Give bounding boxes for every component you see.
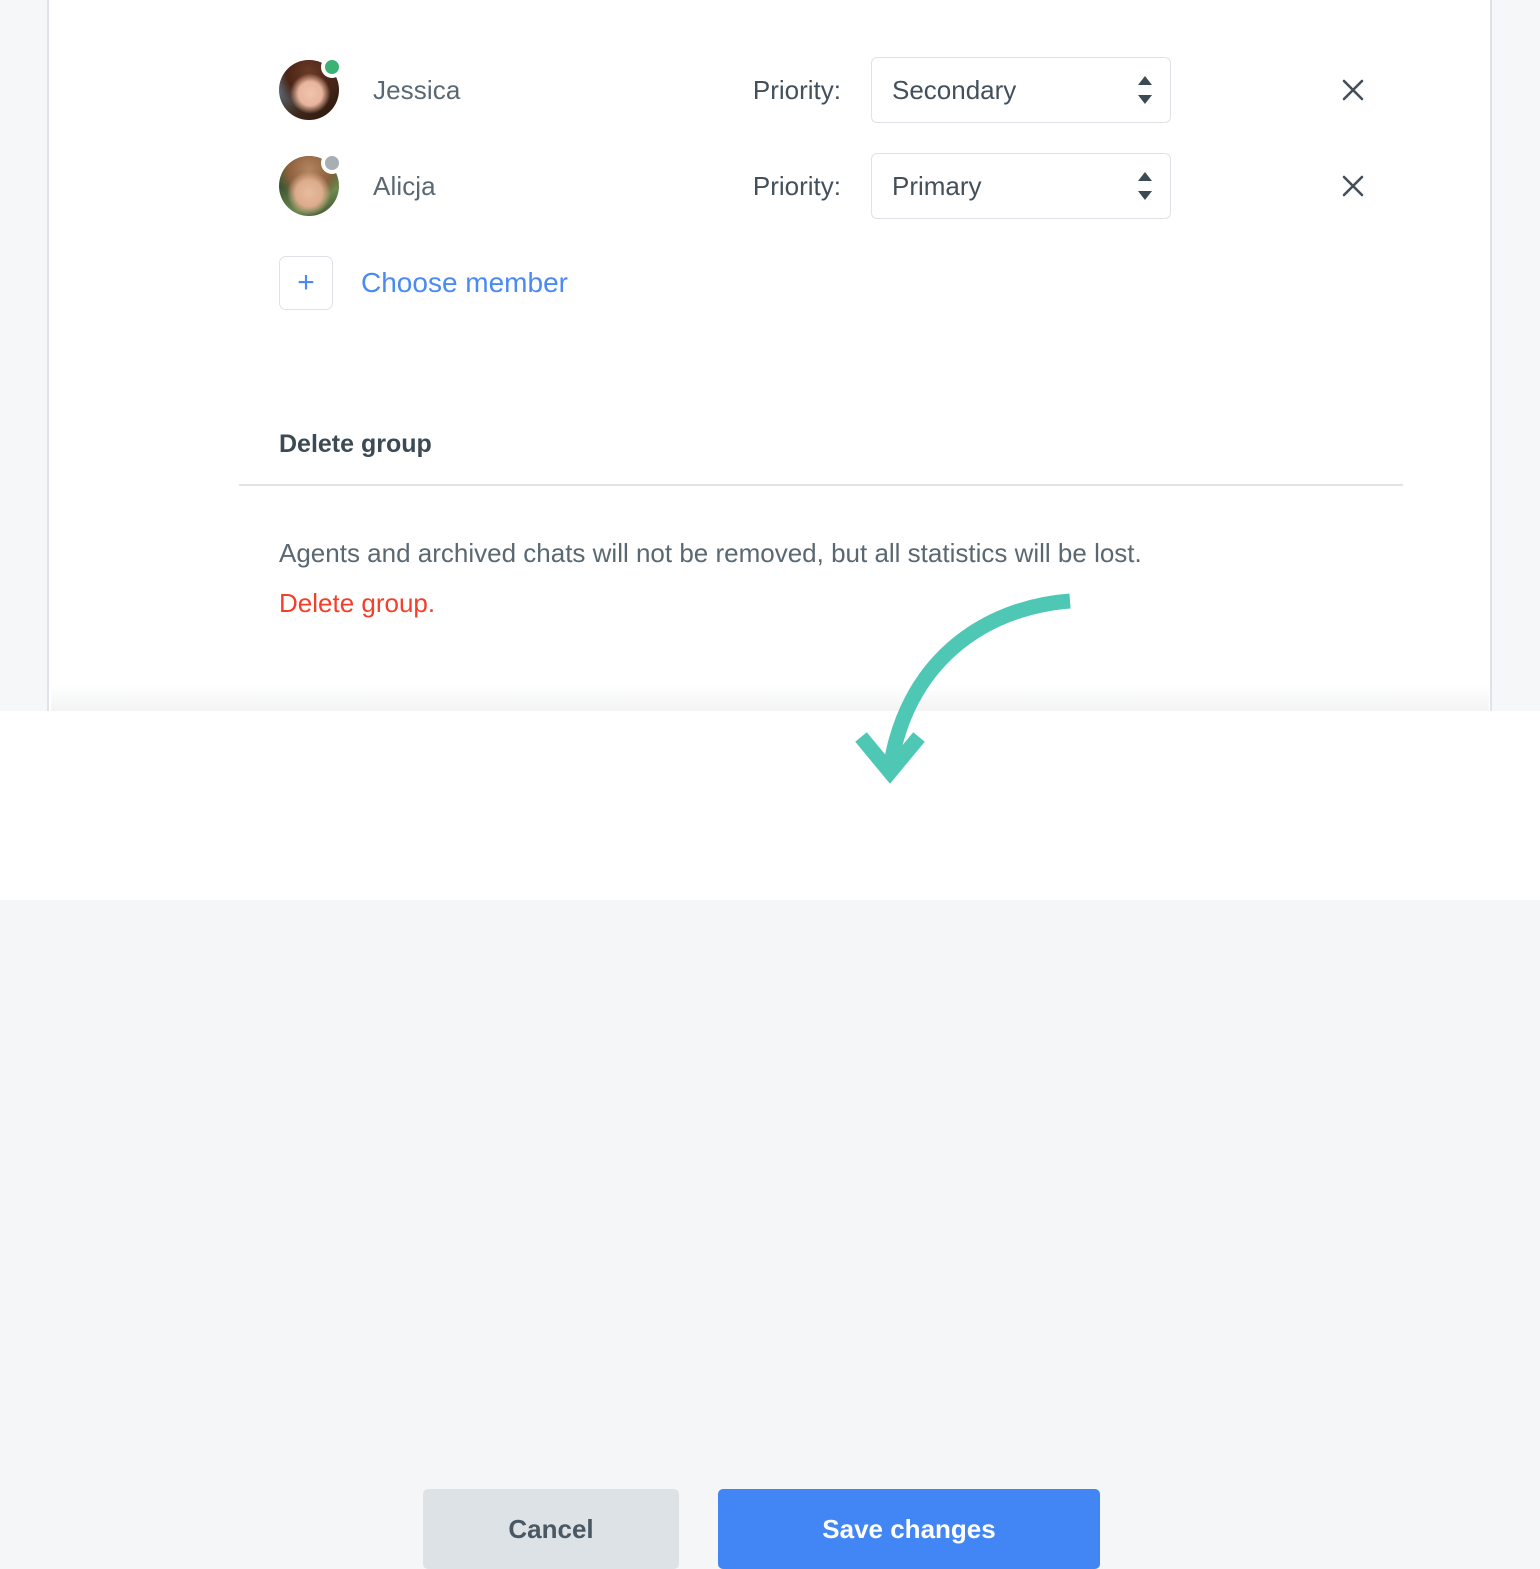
remove-member-button-jessica[interactable] xyxy=(1333,70,1373,110)
chevron-updown-icon xyxy=(1138,75,1152,105)
priority-select-value: Secondary xyxy=(892,74,1017,105)
priority-select-alicja[interactable]: Primary xyxy=(871,153,1171,219)
delete-group-description: Agents and archived chats will not be re… xyxy=(279,538,1142,568)
save-changes-button[interactable]: Save changes xyxy=(718,1489,1100,1569)
close-x-icon xyxy=(1342,79,1364,101)
avatar xyxy=(279,56,343,120)
member-name: Jessica xyxy=(373,74,461,105)
choose-member-link[interactable]: Choose member xyxy=(361,267,568,299)
member-row: Jessica Priority: Secondary xyxy=(279,52,1389,128)
status-badge-offline xyxy=(321,152,343,174)
delete-group-link[interactable]: Delete group. xyxy=(279,588,435,619)
priority-select-jessica[interactable]: Secondary xyxy=(871,57,1171,123)
left-gutter-rail xyxy=(0,0,49,711)
choose-member-row: + Choose member xyxy=(279,256,568,310)
priority-select-value: Primary xyxy=(892,170,982,201)
status-badge-online xyxy=(321,56,343,78)
delete-group-heading: Delete group xyxy=(279,430,432,458)
plus-icon: + xyxy=(297,266,315,299)
modal-footer: Cancel Save changes xyxy=(0,713,1540,1569)
chevron-updown-icon xyxy=(1138,171,1152,201)
member-name: Alicja xyxy=(373,170,436,201)
avatar xyxy=(279,152,343,216)
scroll-shadow xyxy=(51,685,1489,711)
modal-scroll-body[interactable]: Jessica Priority: Secondary Alicja Prior… xyxy=(51,0,1489,711)
priority-label: Priority: xyxy=(752,74,841,105)
member-row: Alicja Priority: Primary xyxy=(279,148,1389,224)
priority-label: Priority: xyxy=(752,170,841,201)
remove-member-button-alicja[interactable] xyxy=(1333,166,1373,206)
plus-icon-button[interactable]: + xyxy=(279,256,333,310)
close-x-icon xyxy=(1342,175,1364,197)
section-divider xyxy=(239,484,1403,486)
settings-modal: Jessica Priority: Secondary Alicja Prior… xyxy=(0,0,1540,1569)
right-gutter-rail xyxy=(1490,0,1540,711)
cancel-button[interactable]: Cancel xyxy=(423,1489,679,1569)
